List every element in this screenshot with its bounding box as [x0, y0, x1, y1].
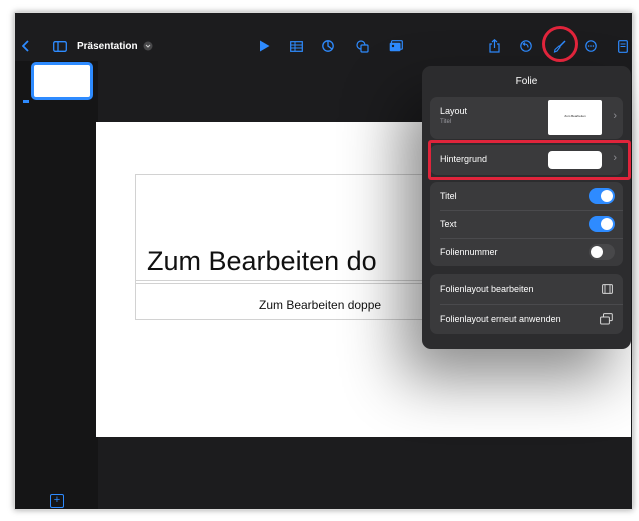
- table-icon: [289, 40, 303, 52]
- toggle-label-text: Text: [440, 219, 457, 229]
- layout-thumbnail-text: Zum Bearbeiten: [564, 114, 586, 118]
- undo-button[interactable]: [517, 31, 535, 61]
- reapply-layout-row[interactable]: Folienlayout erneut anwenden: [430, 304, 623, 334]
- layout-thumbnail: Zum Bearbeiten: [548, 100, 602, 135]
- insert-table-button[interactable]: [287, 31, 305, 61]
- toggle-row-slide-number: Foliennummer: [430, 238, 623, 266]
- layout-edit-icon: [602, 284, 613, 294]
- toolbar: Präsentation: [15, 31, 632, 61]
- layout-label: Layout: [440, 106, 468, 116]
- undo-icon: [520, 40, 532, 52]
- share-button[interactable]: [485, 31, 503, 61]
- toggle-label-title: Titel: [440, 191, 457, 201]
- highlight-background-row: [428, 140, 631, 180]
- edit-layout-row[interactable]: Folienlayout bearbeiten: [430, 274, 623, 304]
- slide-subtitle: Zum Bearbeiten doppe: [259, 298, 382, 312]
- slide-format-popover: Folie Layout Titel Zum Bearbeiten › Hint…: [422, 66, 631, 349]
- document-title-menu[interactable]: Präsentation: [77, 31, 153, 61]
- toggles-group: Titel Text Foliennummer: [430, 182, 623, 266]
- chevron-left-icon: [22, 40, 29, 52]
- layout-row[interactable]: Layout Titel Zum Bearbeiten ›: [430, 97, 623, 139]
- slide-number-toggle[interactable]: [589, 244, 615, 260]
- reapply-layout-icon: [600, 313, 613, 325]
- edit-layout-label: Folienlayout bearbeiten: [440, 284, 534, 294]
- more-button[interactable]: [582, 31, 600, 61]
- document-button[interactable]: [615, 31, 631, 61]
- sidebar-toggle-button[interactable]: [51, 31, 69, 61]
- media-icon: [389, 40, 403, 52]
- chevron-right-icon: ›: [613, 110, 617, 122]
- document-icon: [618, 39, 628, 53]
- insert-media-button[interactable]: [387, 31, 405, 61]
- text-toggle[interactable]: [589, 216, 615, 232]
- insert-chart-button[interactable]: [319, 31, 337, 61]
- title-toggle[interactable]: [589, 188, 615, 204]
- insert-shape-button[interactable]: [353, 31, 371, 61]
- add-slide-button[interactable]: +: [50, 494, 64, 508]
- toggle-row-text: Text: [430, 210, 623, 238]
- back-button[interactable]: [19, 31, 33, 61]
- more-icon: [585, 40, 597, 52]
- highlight-format-button: [542, 26, 578, 62]
- slide-navigator: [15, 61, 98, 509]
- slide-number-marker: [23, 100, 29, 103]
- toggle-label-slide-number: Foliennummer: [440, 247, 498, 257]
- sidebar-icon: [53, 40, 67, 52]
- chevron-down-circle-icon: [143, 41, 153, 51]
- reapply-layout-label: Folienlayout erneut anwenden: [440, 314, 561, 324]
- toggle-row-title: Titel: [430, 182, 623, 210]
- slide-thumbnail-selected[interactable]: [31, 62, 93, 100]
- layout-actions-group: Folienlayout bearbeiten Folienlayout ern…: [430, 274, 623, 334]
- shape-icon: [355, 39, 369, 53]
- document-title: Präsentation: [77, 40, 138, 52]
- chart-icon: [322, 40, 334, 52]
- layout-sublabel: Titel: [440, 119, 452, 125]
- play-button[interactable]: [255, 31, 273, 61]
- share-icon: [488, 39, 500, 53]
- popover-title: Folie: [515, 76, 538, 87]
- slide-title: Zum Bearbeiten do: [147, 246, 377, 276]
- plus-icon: +: [53, 494, 61, 506]
- play-icon: [259, 40, 269, 52]
